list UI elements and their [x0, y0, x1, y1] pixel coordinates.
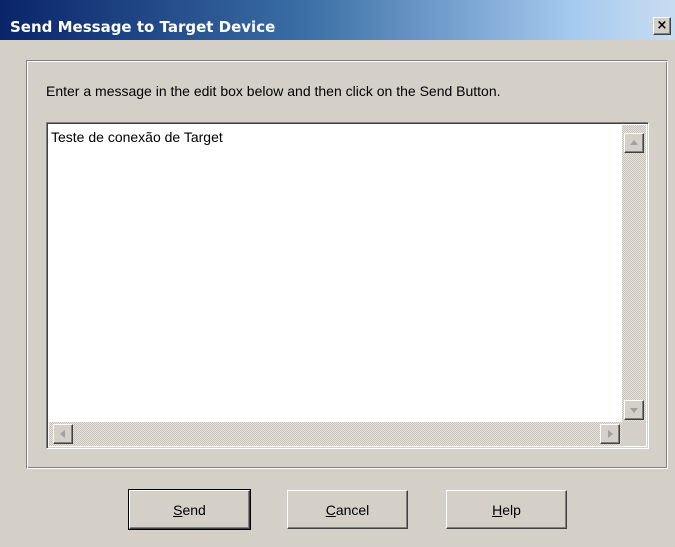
send-button[interactable]: Send: [128, 489, 251, 530]
arrow-right-icon: [608, 430, 613, 438]
arrow-down-icon: [630, 408, 638, 413]
scroll-up-button[interactable]: [624, 133, 644, 153]
cancel-mnemonic: C: [325, 501, 336, 518]
cancel-button[interactable]: Cancel: [287, 490, 408, 529]
arrow-up-icon: [630, 140, 638, 145]
vertical-scrollbar[interactable]: [622, 125, 646, 422]
horizontal-scrollbar[interactable]: [49, 422, 622, 446]
send-label-rest: end: [182, 501, 206, 518]
help-button[interactable]: Help: [446, 490, 567, 529]
message-text[interactable]: Teste de conexão de Target: [51, 128, 223, 146]
close-icon: ×: [656, 18, 668, 33]
message-edit-box[interactable]: Teste de conexão de Target: [46, 122, 649, 449]
cancel-label-rest: ancel: [335, 501, 370, 518]
help-mnemonic: H: [492, 501, 503, 518]
title-bar[interactable]: Send Message to Target Device ×: [0, 0, 675, 40]
close-button[interactable]: ×: [653, 17, 671, 35]
window-title: Send Message to Target Device: [10, 18, 276, 36]
arrow-left-icon: [60, 430, 65, 438]
scrollbar-corner: [622, 422, 646, 446]
scroll-down-button[interactable]: [624, 400, 644, 420]
scroll-left-button[interactable]: [53, 424, 73, 444]
scroll-right-button[interactable]: [600, 424, 620, 444]
instruction-label: Enter a message in the edit box below an…: [46, 83, 501, 99]
help-label-rest: elp: [502, 501, 521, 518]
